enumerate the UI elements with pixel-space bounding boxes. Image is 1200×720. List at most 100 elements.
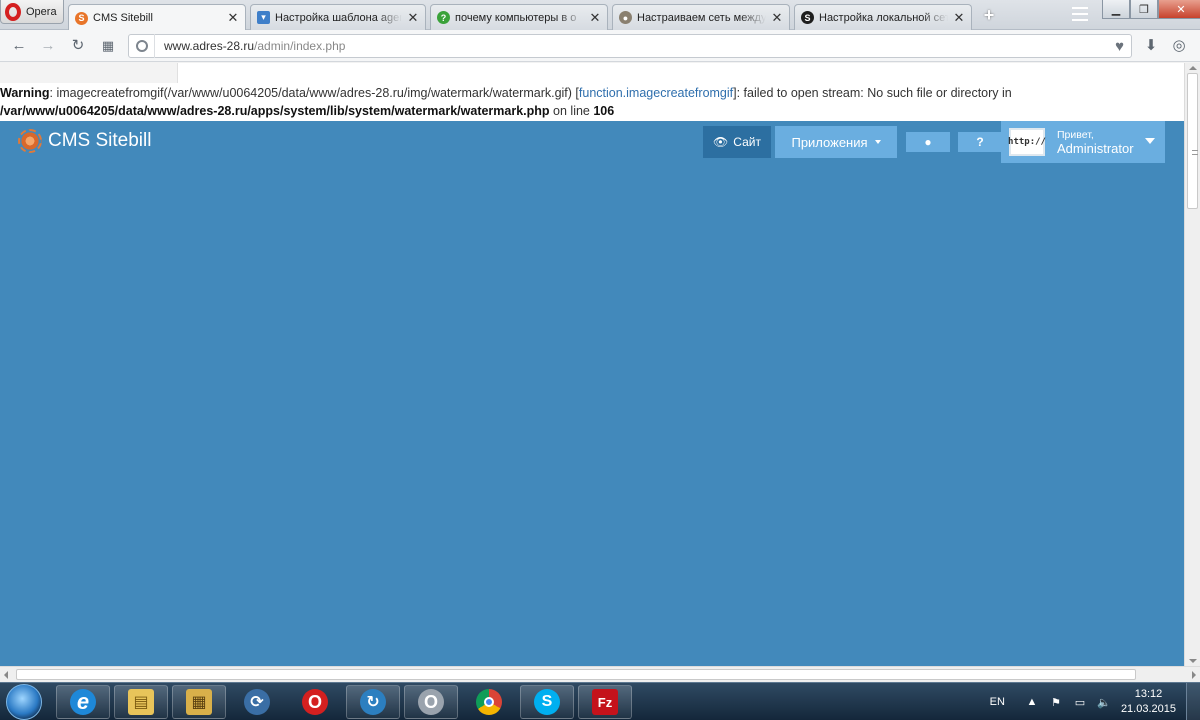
tab-close-icon[interactable]: ✕ bbox=[407, 10, 419, 26]
show-hidden-icons-icon[interactable]: ▲ bbox=[1025, 696, 1039, 708]
sitebill-logo-icon bbox=[18, 129, 42, 153]
agent-favicon-icon: ▾ bbox=[257, 11, 270, 24]
filezilla-icon: Fz bbox=[592, 689, 618, 715]
extensions-icon[interactable]: ◎ bbox=[1170, 37, 1188, 55]
tab-close-icon[interactable]: ✕ bbox=[589, 10, 601, 26]
taskbar-filezilla[interactable]: Fz bbox=[578, 685, 632, 719]
globe-icon: ● bbox=[924, 135, 932, 149]
taskbar-opera[interactable]: O bbox=[288, 685, 342, 719]
media-folder-icon: ▦ bbox=[186, 689, 212, 715]
tab-close-icon[interactable]: ✕ bbox=[953, 10, 965, 26]
tab-close-icon[interactable]: ✕ bbox=[771, 10, 783, 26]
browser-tab-strip: Opera S CMS Sitebill ✕ ▾ Настройка шабло… bbox=[0, 0, 1200, 31]
opera-logo-icon bbox=[5, 2, 21, 21]
warning-text-2: ]: failed to open stream: No such file o… bbox=[733, 86, 1012, 100]
chevron-down-icon bbox=[874, 140, 881, 144]
url-path: /admin/index.php bbox=[254, 39, 346, 53]
tab-title: CMS Sitebill bbox=[93, 12, 153, 24]
admin-header: CMS Sitebill 👁 Сайт Приложения ● ? http:… bbox=[0, 121, 1184, 166]
restore-button[interactable]: ❐ bbox=[1130, 0, 1158, 19]
reload-icon[interactable]: ↻ bbox=[69, 37, 87, 55]
minimize-icon: ▁ bbox=[1111, 3, 1121, 16]
download-icon[interactable]: ⬇ bbox=[1142, 37, 1160, 55]
url-domain: www.adres-28.ru bbox=[164, 39, 255, 53]
browser-tab-cms-sitebill[interactable]: S CMS Sitebill ✕ bbox=[68, 4, 246, 31]
scroll-right-icon[interactable] bbox=[1192, 671, 1196, 679]
chrome-icon bbox=[476, 689, 502, 715]
opera-icon: O bbox=[302, 689, 328, 715]
start-button[interactable] bbox=[6, 684, 42, 720]
url-text[interactable]: www.adres-28.ru/admin/index.php bbox=[155, 39, 345, 53]
site-info-icon[interactable] bbox=[129, 34, 155, 58]
taskbar-sync-app[interactable]: ↻ bbox=[346, 685, 400, 719]
tab-title: Настройка локальной сети bbox=[819, 11, 948, 24]
sync-icon: ↻ bbox=[360, 689, 386, 715]
taskbar-internet-explorer[interactable]: e bbox=[56, 685, 110, 719]
warning-on-line: on line bbox=[549, 104, 594, 118]
language-button[interactable]: ● bbox=[906, 132, 950, 152]
clock-date: 21.03.2015 bbox=[1120, 703, 1176, 715]
warning-strip bbox=[0, 63, 178, 83]
folder-icon: ▤ bbox=[128, 689, 154, 715]
view-site-button[interactable]: 👁 Сайт bbox=[703, 126, 771, 158]
scroll-down-icon[interactable] bbox=[1189, 659, 1197, 663]
taskbar-media-folder[interactable]: ▦ bbox=[172, 685, 226, 719]
opera-menu-button[interactable]: Opera bbox=[0, 0, 64, 24]
warning-function-link[interactable]: function.imagecreatefromgif bbox=[579, 86, 733, 100]
taskbar-network-app[interactable]: ⟳ bbox=[230, 685, 284, 719]
vertical-scrollbar[interactable] bbox=[1184, 63, 1200, 666]
brand-name: CMS Sitebill bbox=[48, 130, 152, 151]
language-indicator[interactable]: EN bbox=[990, 696, 1005, 708]
browser-tab-local-network[interactable]: S Настройка локальной сети ✕ bbox=[794, 4, 972, 30]
tab-menu-icon[interactable] bbox=[1072, 7, 1088, 21]
taskbar-opera-active[interactable]: O bbox=[404, 685, 458, 719]
horizontal-scrollbar[interactable] bbox=[0, 666, 1200, 682]
bookmark-heart-icon[interactable]: ♥ bbox=[1115, 38, 1124, 55]
back-arrow-icon[interactable]: ← bbox=[10, 37, 28, 55]
chrome-center-icon bbox=[484, 697, 494, 707]
horizontal-scroll-thumb[interactable] bbox=[16, 669, 1136, 680]
tab-title: Настраиваем сеть между bbox=[637, 11, 766, 24]
skype-icon: S bbox=[534, 689, 560, 715]
s-favicon-icon: S bbox=[801, 11, 814, 24]
show-desktop-button[interactable] bbox=[1186, 683, 1200, 720]
page-viewport: Warning: imagecreatefromgif(/var/www/u00… bbox=[0, 63, 1184, 666]
volume-icon[interactable]: 🔈 bbox=[1097, 696, 1111, 709]
minimize-button[interactable]: ▁ bbox=[1102, 0, 1130, 19]
tab-title: почему компьютеры в о bbox=[455, 11, 577, 24]
question-favicon-icon: ? bbox=[437, 11, 450, 24]
sitebill-favicon-icon: S bbox=[75, 11, 88, 25]
taskbar-file-explorer[interactable]: ▤ bbox=[114, 685, 168, 719]
scroll-left-icon[interactable] bbox=[4, 671, 8, 679]
address-bar[interactable]: www.adres-28.ru/admin/index.php ♥ bbox=[128, 34, 1132, 58]
grip-icon bbox=[1192, 150, 1198, 155]
help-button[interactable]: ? bbox=[958, 132, 1002, 152]
clock[interactable]: 13:12 21.03.2015 bbox=[1121, 687, 1176, 717]
action-center-flag-icon[interactable]: ⚑ bbox=[1049, 696, 1063, 709]
hat-favicon-icon: ● bbox=[619, 11, 632, 24]
forward-arrow-icon[interactable]: → bbox=[39, 37, 57, 55]
applications-menu-button[interactable]: Приложения bbox=[775, 126, 897, 158]
brand-link[interactable]: CMS Sitebill bbox=[18, 129, 151, 153]
scroll-up-icon[interactable] bbox=[1189, 66, 1197, 70]
tab-title: Настройка шаблона agent bbox=[275, 11, 402, 24]
browser-tab-why-computers[interactable]: ? почему компьютеры в о ✕ bbox=[430, 4, 608, 30]
applications-label: Приложения bbox=[791, 134, 868, 150]
view-site-label: Сайт bbox=[733, 135, 761, 149]
taskbar-chrome[interactable] bbox=[462, 685, 516, 719]
browser-tab-network-setup[interactable]: ● Настраиваем сеть между ✕ bbox=[612, 4, 790, 30]
opera-grey-icon: O bbox=[418, 689, 444, 715]
browser-tab-template-settings[interactable]: ▾ Настройка шаблона agent ✕ bbox=[250, 4, 426, 30]
speed-dial-grid-icon[interactable]: ▦ bbox=[99, 37, 117, 55]
internet-explorer-icon: e bbox=[70, 689, 96, 715]
new-tab-button[interactable]: + bbox=[980, 6, 998, 24]
network-icon[interactable]: ▭ bbox=[1073, 696, 1087, 709]
user-menu[interactable]: http:// Привет, Administrator bbox=[1001, 121, 1165, 163]
close-window-button[interactable]: ✕ bbox=[1158, 0, 1200, 19]
taskbar-skype[interactable]: S bbox=[520, 685, 574, 719]
warning-line-number: 106 bbox=[593, 104, 615, 118]
tab-close-icon[interactable]: ✕ bbox=[227, 10, 239, 26]
php-warning-message: Warning: imagecreatefromgif(/var/www/u00… bbox=[0, 84, 1170, 120]
vertical-scroll-thumb[interactable] bbox=[1187, 73, 1198, 209]
network-app-icon: ⟳ bbox=[244, 689, 270, 715]
